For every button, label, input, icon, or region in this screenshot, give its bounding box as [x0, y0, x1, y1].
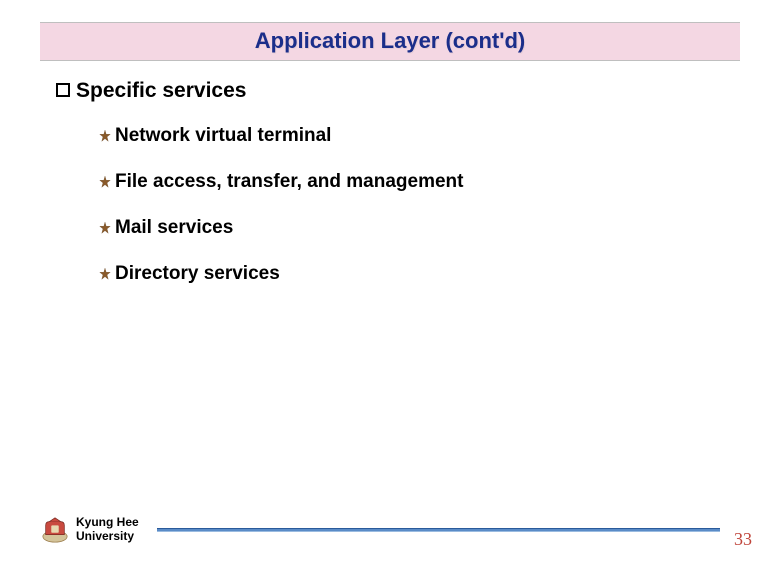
list-item-text: File access, transfer, and management [115, 171, 464, 193]
star-bullet-icon [98, 267, 112, 281]
list-item: Network virtual terminal [98, 125, 720, 147]
slide-title: Application Layer (cont'd) [255, 28, 525, 53]
footer-divider-wrap [139, 528, 730, 532]
title-bar: Application Layer (cont'd) [40, 22, 740, 61]
heading-text: Specific services [76, 79, 246, 103]
footer-divider [157, 528, 720, 532]
list-item: Directory services [98, 263, 720, 285]
list-item: File access, transfer, and management [98, 171, 720, 193]
square-bullet-icon [56, 83, 70, 97]
list-item-text: Directory services [115, 263, 280, 285]
star-bullet-icon [98, 221, 112, 235]
university-name-line1: Kyung Hee [76, 516, 139, 530]
list-item-text: Network virtual terminal [115, 125, 331, 147]
content-area: Specific services Network virtual termin… [0, 61, 780, 285]
list-item-text: Mail services [115, 217, 233, 239]
bullet-list: Network virtual terminal File access, tr… [98, 125, 720, 285]
university-name-line2: University [76, 530, 139, 544]
list-item: Mail services [98, 217, 720, 239]
heading-row: Specific services [56, 79, 720, 103]
star-bullet-icon [98, 129, 112, 143]
star-bullet-icon [98, 175, 112, 189]
